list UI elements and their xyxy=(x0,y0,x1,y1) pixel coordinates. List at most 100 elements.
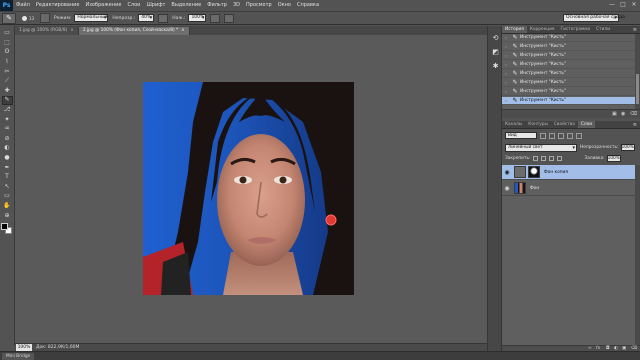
mini-bridge-tab[interactable]: Mini Bridge xyxy=(2,353,35,360)
scroll-thumb[interactable] xyxy=(636,74,639,104)
tab-channels[interactable]: Каналы xyxy=(502,121,525,128)
layer-style-icon[interactable]: fx xyxy=(596,346,600,352)
tab-paths[interactable]: Контуры xyxy=(525,121,551,128)
history-snapshot-box[interactable]: ▫ xyxy=(502,89,510,94)
blur-tool-icon[interactable]: ◐ xyxy=(2,144,13,153)
add-mask-icon[interactable]: ◘ xyxy=(606,346,610,352)
history-item[interactable]: ▫ ✎ Инструмент "Кисть" xyxy=(502,70,635,78)
menu-select[interactable]: Выделение xyxy=(168,0,204,11)
brush-tool-icon[interactable]: ✎ xyxy=(1,96,13,105)
lock-transparency-icon[interactable] xyxy=(533,156,539,161)
gradient-tool-icon[interactable]: ⊘ xyxy=(2,135,13,144)
fill-field[interactable]: 100% xyxy=(606,155,621,162)
tab-document-1[interactable]: 1.jpg @ 100% (RGB/8) × xyxy=(15,27,79,35)
document-canvas[interactable] xyxy=(143,82,354,295)
minimize-icon[interactable]: — xyxy=(608,1,616,9)
history-panel-icon[interactable]: ⟲ xyxy=(491,34,500,43)
adjustment-layer-icon[interactable]: ◐ xyxy=(614,346,618,352)
crop-tool-icon[interactable]: ✂ xyxy=(2,67,13,76)
visibility-eye-icon[interactable]: ◉ xyxy=(502,169,512,176)
tab-properties[interactable]: Свойства xyxy=(551,121,578,128)
history-brush-tool-icon[interactable]: ✦ xyxy=(2,115,13,124)
color-swatches[interactable] xyxy=(1,222,13,235)
brush-panel-toggle[interactable] xyxy=(40,13,50,23)
filter-adjustment-icon[interactable] xyxy=(549,132,555,139)
new-document-icon[interactable]: ▣ xyxy=(612,111,618,117)
history-snapshot-box[interactable]: ▫ xyxy=(502,53,510,58)
adjustments-panel-icon[interactable]: ◩ xyxy=(491,48,500,57)
pressure-size-toggle[interactable] xyxy=(224,13,235,23)
link-layers-icon[interactable]: ∞ xyxy=(588,346,592,352)
marquee-tool-icon[interactable]: ⬚ xyxy=(2,39,13,48)
history-item[interactable]: ▫ ✎ Инструмент "Кисть" xyxy=(502,88,635,96)
history-item[interactable]: ▫ ✎ Инструмент "Кисть" xyxy=(502,43,635,51)
history-scrollbar[interactable] xyxy=(635,34,640,109)
history-snapshot-box[interactable]: ▫ xyxy=(502,98,510,103)
opacity-field[interactable]: 40% xyxy=(138,14,155,22)
zoom-tool-icon[interactable]: ⊕ xyxy=(2,211,13,220)
document-size-info[interactable]: Док: 822,9К/1,60М xyxy=(36,345,79,350)
snapshot-icon[interactable]: ◉ xyxy=(621,111,627,117)
eyedropper-tool-icon[interactable]: ⟋ xyxy=(2,77,13,86)
menu-image[interactable]: Изображение xyxy=(82,0,124,11)
history-item[interactable]: ▫ ✎ Инструмент "Кисть" xyxy=(502,79,635,87)
brush-size-picker[interactable]: 13 xyxy=(19,13,37,24)
foreground-color-swatch[interactable] xyxy=(1,222,8,230)
trash-icon[interactable]: ⌫ xyxy=(631,346,637,352)
history-item[interactable]: ▫ ✎ Инструмент "Кисть" xyxy=(502,34,635,42)
quick-select-tool-icon[interactable]: ⌇ xyxy=(2,58,13,67)
close-tab-icon[interactable]: × xyxy=(70,28,74,33)
tab-history[interactable]: История xyxy=(502,26,527,33)
hand-tool-icon[interactable]: ✋ xyxy=(2,202,13,211)
history-item[interactable]: ▫ ✎ Инструмент "Кисть" xyxy=(502,52,635,60)
history-snapshot-box[interactable]: ▫ xyxy=(502,62,510,67)
filter-smart-icon[interactable] xyxy=(576,132,582,139)
dodge-tool-icon[interactable]: ● xyxy=(2,154,13,163)
menu-view[interactable]: Просмотр xyxy=(243,0,275,11)
menu-window[interactable]: Окно xyxy=(275,0,294,11)
flow-field[interactable]: 100% xyxy=(188,14,207,22)
close-icon[interactable]: ✕ xyxy=(630,1,638,9)
history-snapshot-box[interactable]: ▫ xyxy=(502,35,510,40)
layer-row-bg-copy[interactable]: ◉ Фон копия xyxy=(502,165,635,180)
tab-document-2[interactable]: 2.jpg @ 100% (Фон копия, Слой-маска/8) *… xyxy=(78,27,190,35)
tab-adjustments[interactable]: Коррекция xyxy=(527,26,558,33)
menu-type[interactable]: Шрифт xyxy=(143,0,168,11)
zoom-field[interactable]: 100% xyxy=(16,344,32,351)
clone-stamp-tool-icon[interactable]: ⎇ xyxy=(2,106,13,115)
shape-tool-icon[interactable]: ▭ xyxy=(2,192,13,201)
mode-select[interactable]: Нормальный xyxy=(74,14,109,22)
move-tool-icon[interactable]: ▭ xyxy=(2,29,13,38)
layer-kind-filter[interactable]: Вид xyxy=(505,132,537,139)
lock-position-icon[interactable] xyxy=(549,156,555,161)
trash-icon[interactable]: ⌫ xyxy=(630,111,637,117)
panel-menu-icon[interactable]: ≡ xyxy=(633,26,637,34)
lasso-tool-icon[interactable]: ʘ xyxy=(2,48,13,57)
layer-mask-thumbnail[interactable] xyxy=(528,166,540,178)
layers-scrollbar[interactable] xyxy=(635,165,640,345)
history-snapshot-box[interactable]: ▫ xyxy=(502,80,510,85)
layer-opacity-field[interactable]: 100% xyxy=(620,144,635,151)
filter-pixel-icon[interactable] xyxy=(540,132,546,139)
tab-styles[interactable]: Стили xyxy=(593,26,613,33)
path-select-tool-icon[interactable]: ↖ xyxy=(2,183,13,192)
lock-pixels-icon[interactable] xyxy=(541,156,547,161)
new-layer-icon[interactable]: ▣ xyxy=(622,346,626,352)
menu-layers[interactable]: Слои xyxy=(124,0,143,11)
menu-file[interactable]: Файл xyxy=(13,0,33,11)
pen-tool-icon[interactable]: ✒ xyxy=(2,163,13,172)
tools-panel-icon[interactable]: ✱ xyxy=(491,62,500,71)
filter-shape-icon[interactable] xyxy=(567,132,573,139)
close-tab-icon[interactable]: × xyxy=(181,28,185,33)
layer-row-background[interactable]: ◉ Фон xyxy=(502,181,635,196)
history-item[interactable]: ▫ ✎ Инструмент "Кисть" xyxy=(502,61,635,69)
menu-help[interactable]: Справка xyxy=(294,0,322,11)
menu-3d[interactable]: 3D xyxy=(230,0,243,11)
panel-menu-icon[interactable]: ≡ xyxy=(633,121,637,129)
history-item-current[interactable]: ▫ ✎ Инструмент "Кисть" xyxy=(502,97,635,105)
filter-type-icon[interactable] xyxy=(558,132,564,139)
tab-layers[interactable]: Слои xyxy=(577,121,596,128)
lock-all-icon[interactable] xyxy=(557,156,563,161)
tab-histogram[interactable]: Гистограмма xyxy=(558,26,594,33)
workspace-select[interactable]: Основная рабочая среда xyxy=(563,14,625,22)
